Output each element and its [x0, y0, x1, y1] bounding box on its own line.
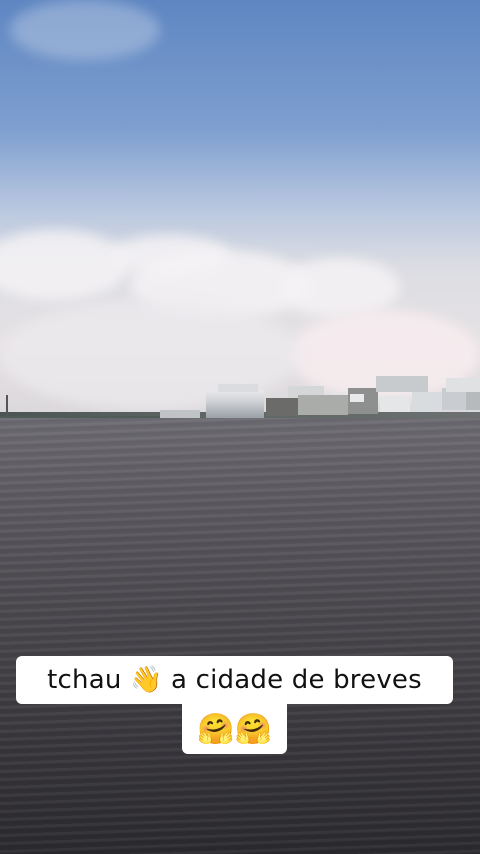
building [266, 398, 298, 416]
building [298, 395, 348, 415]
river-water [0, 418, 480, 854]
ferry-boat [218, 384, 258, 392]
boat [380, 396, 410, 412]
radio-tower [6, 395, 8, 417]
cloud [280, 258, 400, 318]
building [350, 394, 364, 402]
building [376, 376, 428, 392]
caption-text-2: 🤗🤗 [196, 711, 273, 747]
video-frame: tchau 👋 a cidade de breves 🤗🤗 [0, 0, 480, 854]
caption-text-1: tchau 👋 a cidade de breves [47, 665, 422, 695]
boat [412, 392, 442, 412]
ferry-boat [206, 390, 264, 418]
building [466, 392, 480, 410]
caption-line-2: 🤗🤗 [182, 704, 287, 754]
cloud [10, 0, 160, 60]
building [446, 378, 480, 392]
caption-line-1: tchau 👋 a cidade de breves [16, 656, 453, 704]
